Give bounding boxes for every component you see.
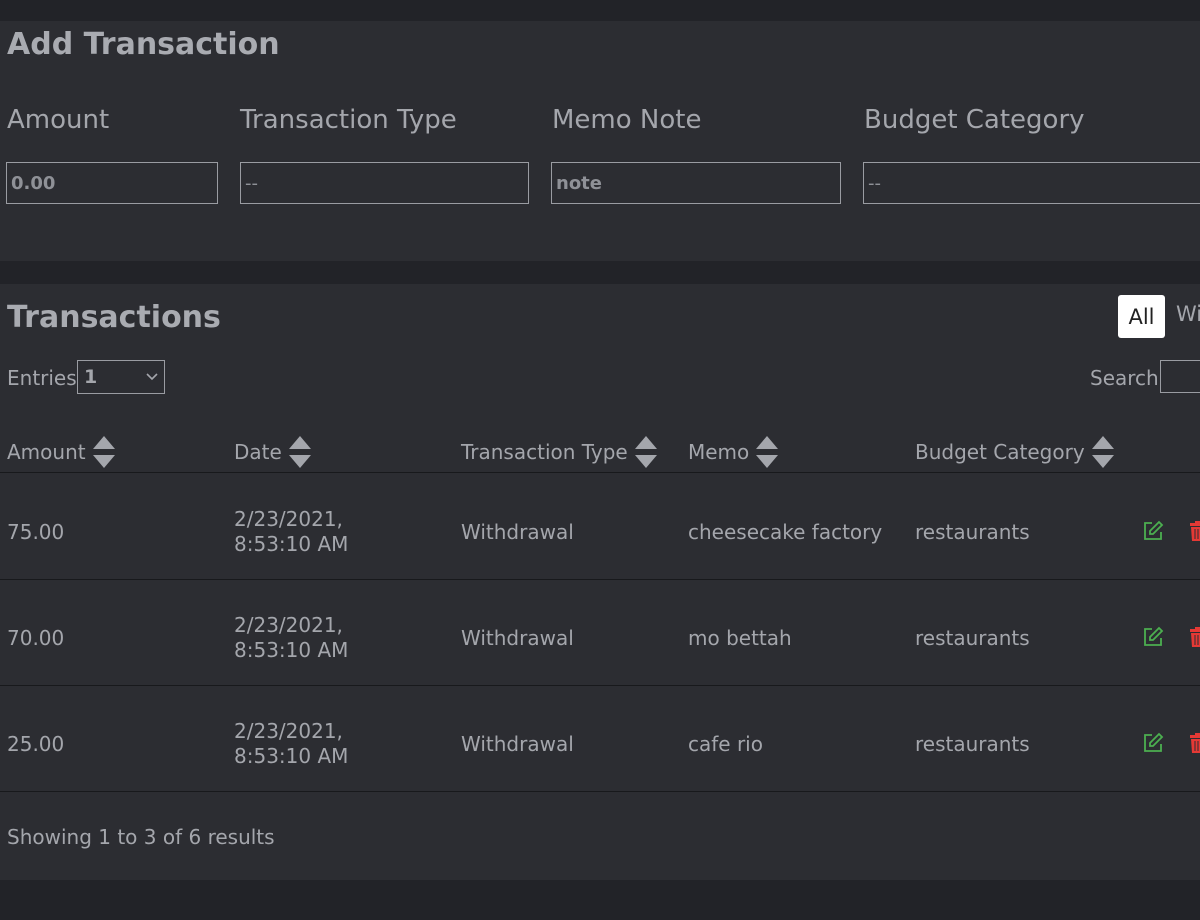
cell-transaction-type: Withdrawal [461,626,574,650]
cell-memo: cheesecake factory [688,520,883,544]
transactions-title: Transactions [7,300,221,335]
budget-category-label: Budget Category [864,105,1085,135]
budget-category-select[interactable]: -- [863,162,1200,204]
entries-select[interactable]: 1 [77,360,165,394]
cell-amount: 75.00 [7,520,65,544]
table-divider [0,791,1200,792]
memo-note-input[interactable]: note [551,162,841,204]
search-label: Search [1090,366,1159,390]
column-header-label: Budget Category [915,440,1085,464]
search-input[interactable] [1160,360,1200,393]
sort-icon [634,436,657,468]
transaction-type-select[interactable]: -- [240,162,529,204]
cell-transaction-type: Withdrawal [461,520,574,544]
edit-icon[interactable] [1142,626,1164,648]
add-transaction-panel: Add Transaction Amount Transaction Type … [0,21,1200,261]
cell-date: 2/23/2021, 8:53:10 AM [234,507,349,556]
column-header-label: Date [234,440,282,464]
trash-icon[interactable] [1187,626,1200,648]
transaction-type-label: Transaction Type [240,105,457,135]
trash-icon[interactable] [1187,520,1200,542]
cell-memo: mo bettah [688,626,792,650]
sort-icon [288,436,311,468]
sort-icon [92,436,115,468]
column-header-transaction-type[interactable]: Transaction Type [461,434,658,470]
edit-icon[interactable] [1142,732,1164,754]
amount-input[interactable]: 0.00 [6,162,218,204]
edit-icon[interactable] [1142,520,1164,542]
add-transaction-title: Add Transaction [7,27,280,62]
table-divider [0,472,1200,473]
table-divider [0,579,1200,580]
cell-budget-category: restaurants [915,520,1030,544]
entries-label: Entries [7,366,77,390]
trash-icon[interactable] [1187,732,1200,754]
memo-note-label: Memo Note [552,105,702,135]
sort-icon [1091,436,1114,468]
column-header-label: Amount [7,440,86,464]
transactions-panel: Transactions All Wi Entries 1 Search Amo… [0,284,1200,880]
pagination-summary: Showing 1 to 3 of 6 results [7,825,275,849]
column-header-date[interactable]: Date [234,434,312,470]
column-header-memo[interactable]: Memo [688,434,779,470]
filter-withdrawal-button[interactable]: Wi [1176,302,1200,326]
amount-label: Amount [7,105,110,135]
cell-budget-category: restaurants [915,732,1030,756]
cell-budget-category: restaurants [915,626,1030,650]
cell-amount: 25.00 [7,732,65,756]
cell-date: 2/23/2021, 8:53:10 AM [234,719,349,768]
entries-value: 1 [84,366,98,388]
cell-date: 2/23/2021, 8:53:10 AM [234,613,349,662]
chevron-down-icon [146,373,158,381]
table-divider [0,685,1200,686]
sort-icon [756,436,779,468]
column-header-amount[interactable]: Amount [7,434,116,470]
cell-memo: cafe rio [688,732,763,756]
column-header-label: Memo [688,440,750,464]
filter-all-button[interactable]: All [1118,295,1165,338]
cell-transaction-type: Withdrawal [461,732,574,756]
column-header-label: Transaction Type [461,440,628,464]
cell-amount: 70.00 [7,626,65,650]
column-header-budget-category[interactable]: Budget Category [915,434,1115,470]
